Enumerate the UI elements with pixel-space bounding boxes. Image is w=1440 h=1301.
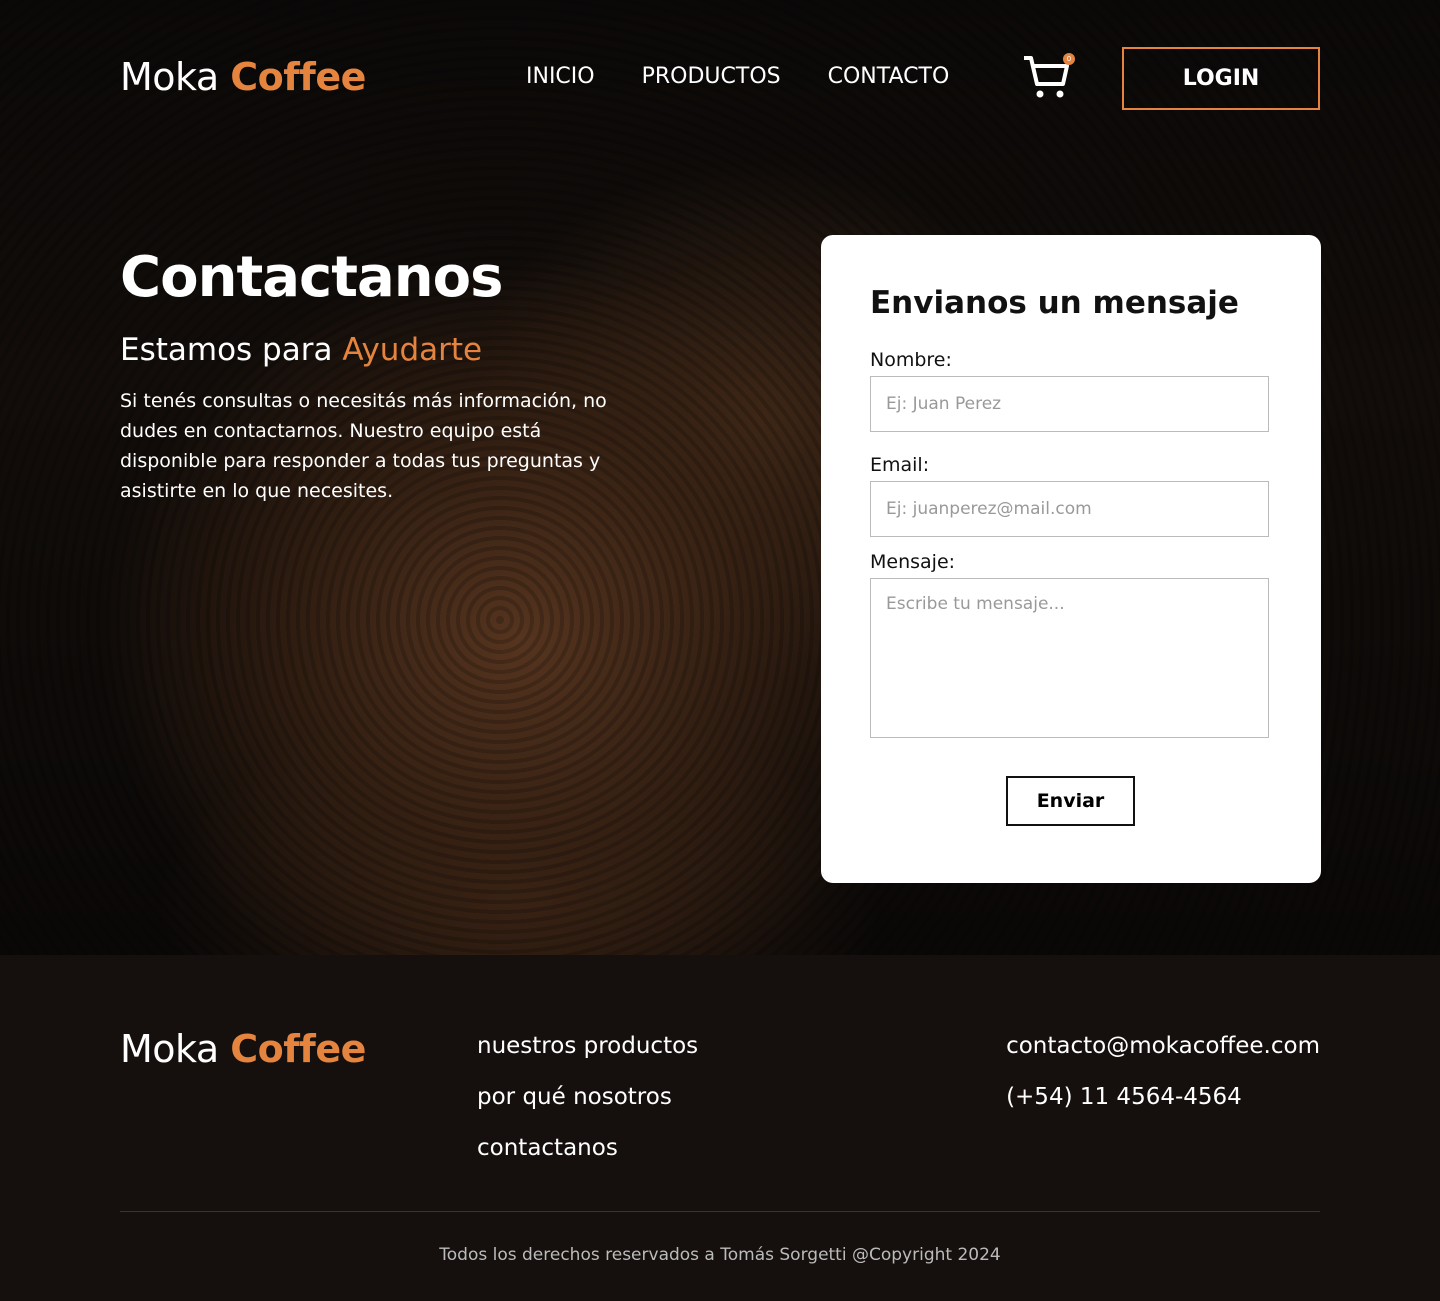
nav-links: INICIO PRODUCTOS CONTACTO [526, 64, 949, 89]
submit-button[interactable]: Enviar [1006, 776, 1135, 826]
email-label: Email: [870, 454, 930, 476]
cart-count-badge: 0 [1063, 53, 1075, 65]
navbar: Moka Coffee INICIO PRODUCTOS CONTACTO 0 … [0, 0, 1440, 155]
message-label: Mensaje: [870, 551, 956, 573]
footer-links: nuestros productos por qué nosotros cont… [477, 1033, 698, 1161]
logo-accent: Coffee [230, 55, 366, 99]
hero-subtitle: Estamos para Ayudarte [120, 332, 640, 368]
footer: Moka Coffee nuestros productos por qué n… [0, 955, 1440, 1301]
footer-phone: (+54) 11 4564-4564 [1006, 1084, 1242, 1110]
name-label: Nombre: [870, 349, 952, 371]
page-title: Contactanos [120, 245, 503, 310]
footer-logo[interactable]: Moka Coffee [120, 1027, 366, 1071]
footer-email[interactable]: contacto@mokacoffee.com [1006, 1033, 1320, 1059]
subtitle-accent: Ayudarte [342, 332, 483, 368]
footer-divider [120, 1211, 1320, 1212]
footer-link-productos[interactable]: nuestros productos [477, 1033, 698, 1059]
logo[interactable]: Moka Coffee [120, 55, 366, 99]
copyright: Todos los derechos reservados a Tomás So… [439, 1245, 1001, 1265]
nav-inicio[interactable]: INICIO [526, 64, 595, 89]
footer-contact: contacto@mokacoffee.com (+54) 11 4564-45… [1006, 1033, 1320, 1110]
message-textarea[interactable] [870, 578, 1269, 738]
hero-description: Si tenés consultas o necesitás más infor… [120, 390, 607, 502]
nav-productos[interactable]: PRODUCTOS [642, 64, 781, 89]
footer-link-contactanos[interactable]: contactanos [477, 1135, 698, 1161]
login-button[interactable]: LOGIN [1122, 47, 1320, 110]
footer-logo-text: Moka [120, 1027, 219, 1071]
name-input[interactable] [870, 376, 1269, 432]
hero-text: Contactanos Estamos para Ayudarte Si ten… [120, 245, 640, 506]
nav-contacto[interactable]: CONTACTO [828, 64, 950, 89]
footer-logo-accent: Coffee [230, 1027, 366, 1071]
email-input[interactable] [870, 481, 1269, 537]
form-title: Envianos un mensaje [870, 285, 1239, 321]
logo-text: Moka [120, 55, 219, 99]
subtitle-prefix: Estamos para [120, 332, 333, 368]
hero-section: Moka Coffee INICIO PRODUCTOS CONTACTO 0 … [0, 0, 1440, 955]
contact-form: Envianos un mensaje Nombre: Email: Mensa… [821, 235, 1321, 883]
footer-link-por-que[interactable]: por qué nosotros [477, 1084, 698, 1110]
